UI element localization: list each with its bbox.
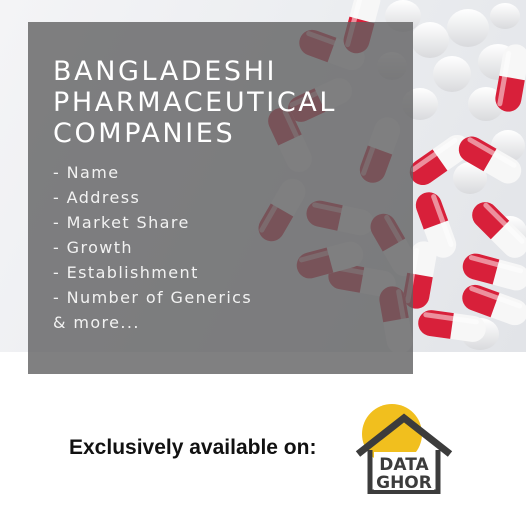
feature-item-establishment: - Establishment <box>53 263 199 282</box>
data-ghor-logo[interactable]: DATA GHOR <box>352 402 456 495</box>
feature-list: - Name - Address - Market Share - Growth… <box>53 160 413 335</box>
banner-title: BANGLADESHI PHARMACEUTICAL COMPANIES <box>53 56 413 149</box>
feature-item-more: & more... <box>53 313 140 332</box>
feature-item-number-of-generics: - Number of Generics <box>53 288 253 307</box>
logo-text-line-1: DATA <box>379 455 429 475</box>
feature-item-growth: - Growth <box>53 238 133 257</box>
title-line-3: COMPANIES <box>53 118 236 149</box>
feature-item-name: - Name <box>53 163 120 182</box>
feature-item-address: - Address <box>53 188 141 207</box>
title-line-2: PHARMACEUTICAL <box>53 87 338 118</box>
feature-item-market-share: - Market Share <box>53 213 190 232</box>
house-logo-icon: DATA GHOR <box>355 404 453 495</box>
title-line-1: BANGLADESHI <box>53 56 278 87</box>
logo-text-line-2: GHOR <box>376 473 432 493</box>
title-overlay-panel: BANGLADESHI PHARMACEUTICAL COMPANIES - N… <box>28 22 413 374</box>
availability-text: Exclusively available on: <box>69 436 317 459</box>
